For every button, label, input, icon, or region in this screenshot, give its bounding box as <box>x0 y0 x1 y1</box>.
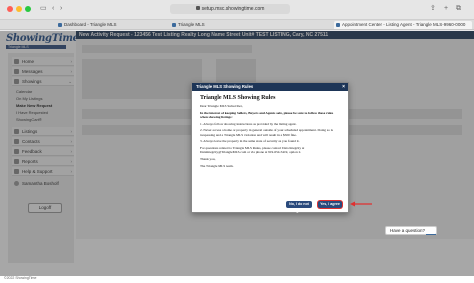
modal-title-bar: Triangle MLS Showing Rules × <box>192 83 348 91</box>
arrow-pointer-icon <box>350 201 372 207</box>
modal-rule-3: 3. Always leave the property in the same… <box>200 139 300 144</box>
modal-title: Triangle MLS Showing Rules <box>196 84 254 89</box>
new-tab-icon[interactable]: + <box>444 4 448 14</box>
help-chip-label: Have a question? <box>390 228 426 233</box>
share-icon[interactable]: ⇪ <box>430 4 436 14</box>
browser-titlebar: ▭ ‹ › setup.msc.showingtime.com ⇪ + ⧉ <box>0 0 474 20</box>
tab-appointment-center[interactable]: Appointment Center - Listing Agent - Tri… <box>334 21 472 29</box>
tab-favicon <box>172 23 176 27</box>
modal-salutation: Dear Triangle MLS Subscriber, <box>200 104 243 108</box>
modal-thanks: Thank you, <box>200 156 216 161</box>
tab-dashboard[interactable]: Dashboard - Triangle MLS <box>56 21 166 29</box>
zoom-window-button[interactable] <box>25 6 31 12</box>
browser-window: ▭ ‹ › setup.msc.showingtime.com ⇪ + ⧉ Da… <box>0 0 474 283</box>
tab-label: Dashboard - Triangle MLS <box>64 22 117 27</box>
help-chip-underline <box>426 234 436 235</box>
tab-label: Triangle MLS <box>178 22 205 27</box>
tab-favicon <box>58 23 62 27</box>
have-a-question-button[interactable]: Have a question? <box>385 226 437 235</box>
address-bar[interactable]: setup.msc.showingtime.com <box>170 4 290 14</box>
tab-overview-icon[interactable]: ⧉ <box>456 4 461 14</box>
minimize-window-button[interactable] <box>16 6 22 12</box>
lock-icon <box>195 6 200 10</box>
tab-triangle-mls[interactable]: Triangle MLS <box>170 21 330 29</box>
tab-favicon <box>336 23 340 27</box>
close-window-button[interactable] <box>7 6 13 12</box>
forward-icon[interactable]: › <box>60 4 62 14</box>
modal-signoff: The Triangle MLS team. <box>200 163 234 168</box>
tab-bar: Dashboard - Triangle MLS Triangle MLS Ap… <box>0 20 474 30</box>
modal-rule-1: 1. Always follow showing instructions as… <box>200 121 297 126</box>
modal-body: Triangle MLS Showing Rules Dear Triangle… <box>200 95 340 170</box>
modal-heading: Triangle MLS Showing Rules <box>200 95 276 101</box>
showing-rules-modal: Triangle MLS Showing Rules × Triangle ML… <box>191 82 349 213</box>
tab-label: Appointment Center - Listing Agent - Tri… <box>342 22 466 27</box>
sidebar-toggle-icon[interactable]: ▭ <box>40 4 47 14</box>
modal-rule-2: 2. Never access a home or property in ge… <box>200 128 333 137</box>
modal-questions: For questions related to Triangle MLS Ru… <box>200 145 305 155</box>
modal-intro: In the interest of keeping Sellers, Buye… <box>200 110 334 119</box>
disagree-button[interactable]: No, I do not agree <box>286 201 312 213</box>
back-icon[interactable]: ‹ <box>52 4 54 14</box>
address-bar-url: setup.msc.showingtime.com <box>201 6 265 12</box>
close-icon[interactable]: × <box>342 83 345 91</box>
agree-button[interactable]: Yes, I agree <box>318 201 342 208</box>
